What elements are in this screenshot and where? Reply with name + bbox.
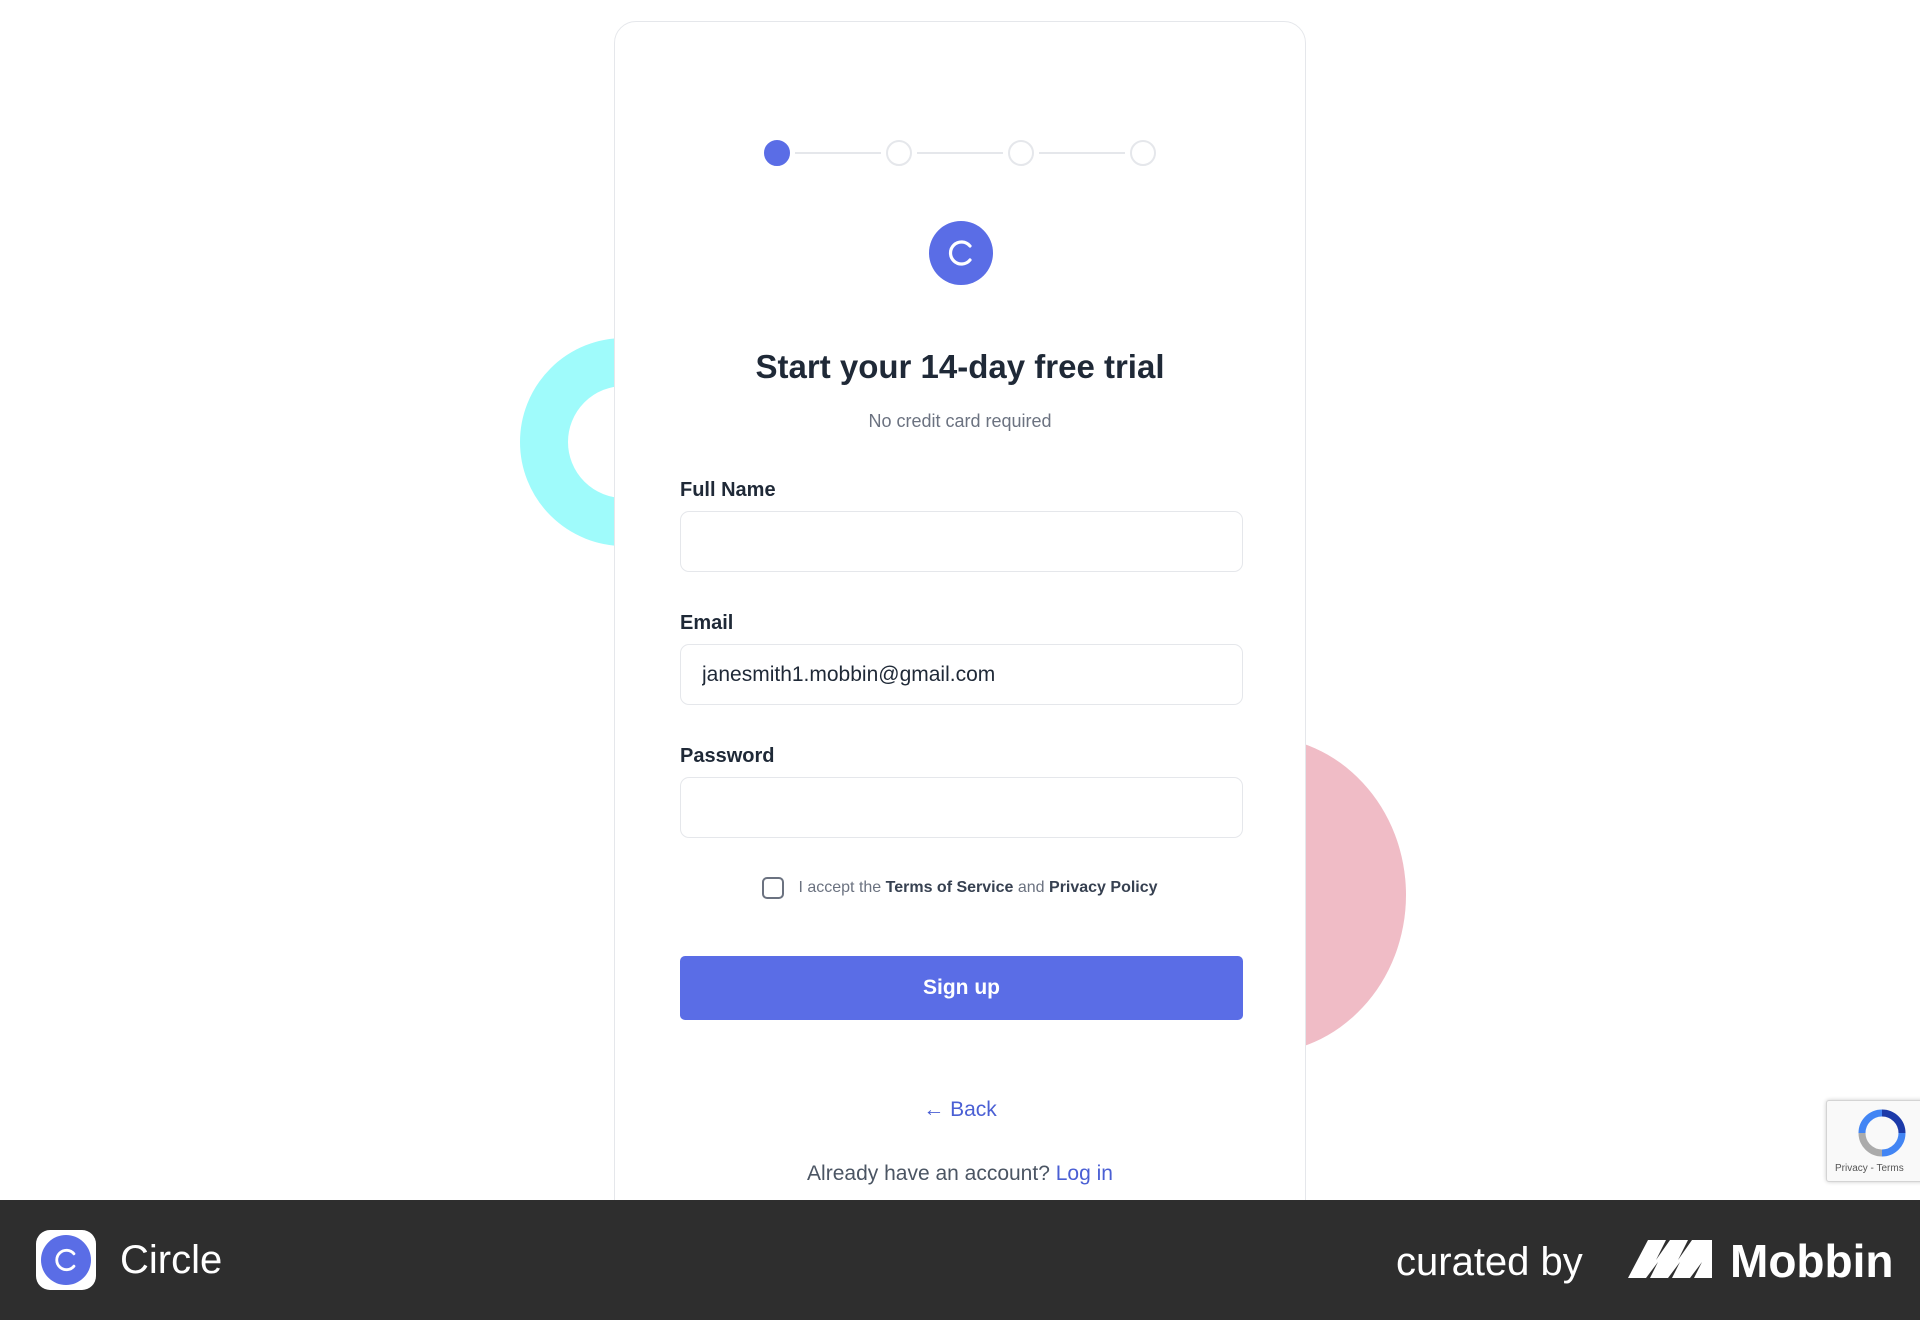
page-subtitle: No credit card required — [868, 411, 1052, 431]
password-label: Password — [680, 745, 775, 767]
email-label: Email — [680, 612, 734, 634]
circle-c-logo-icon — [929, 221, 993, 285]
full-name-label: Full Name — [680, 479, 776, 501]
login-prompt: Already have an account? Log in — [615, 1162, 1305, 1186]
terms-prefix: I accept the — [798, 879, 882, 896]
progress-stepper — [615, 140, 1305, 166]
step-connector — [1039, 152, 1125, 154]
terms-conjunction: and — [1017, 879, 1045, 896]
app-icon-badge — [41, 1235, 91, 1285]
curated-by-text: curated by — [1396, 1240, 1583, 1284]
letter-c-glyph — [948, 240, 972, 266]
step-2-dot — [886, 140, 912, 166]
login-prompt-text: Already have an account? — [807, 1162, 1050, 1185]
signup-card: Start your 14-day free trial No credit c… — [614, 21, 1306, 1200]
full-name-input[interactable] — [680, 511, 1243, 572]
footer-bar: Circle curated by Mobbin — [0, 1200, 1920, 1320]
mobbin-logo-icon — [1628, 1240, 1712, 1278]
app-name: Circle — [120, 1238, 223, 1282]
password-input[interactable] — [680, 777, 1243, 838]
recaptcha-links[interactable]: Privacy - Terms — [1835, 1163, 1904, 1174]
terms-text: I accept the Terms of Service and Privac… — [798, 879, 1157, 897]
step-1-dot — [764, 140, 790, 166]
step-connector — [917, 152, 1003, 154]
step-connector — [795, 152, 881, 154]
recaptcha-icon — [1858, 1109, 1906, 1157]
page-title: Start your 14-day free trial — [755, 348, 1165, 385]
page-background: Start your 14-day free trial No credit c… — [0, 0, 1920, 1200]
recaptcha-badge[interactable]: Privacy - Terms — [1826, 1100, 1920, 1182]
terms-of-service-link[interactable]: Terms of Service — [886, 879, 1014, 896]
privacy-policy-link[interactable]: Privacy Policy — [1049, 879, 1158, 896]
back-link[interactable]: ← Back — [615, 1098, 1305, 1122]
terms-row: I accept the Terms of Service and Privac… — [615, 877, 1305, 899]
sign-up-button[interactable]: Sign up — [680, 956, 1243, 1020]
circle-app-icon — [36, 1230, 96, 1290]
step-3-dot — [1008, 140, 1034, 166]
app-letter-c-glyph — [55, 1248, 76, 1272]
step-4-dot — [1130, 140, 1156, 166]
arrow-left-icon: ← — [923, 1098, 945, 1121]
log-in-link[interactable]: Log in — [1056, 1162, 1113, 1185]
email-input[interactable] — [680, 644, 1243, 705]
terms-checkbox[interactable] — [762, 877, 785, 899]
mobbin-brand-name: Mobbin — [1730, 1235, 1894, 1287]
back-link-label: Back — [950, 1098, 997, 1121]
